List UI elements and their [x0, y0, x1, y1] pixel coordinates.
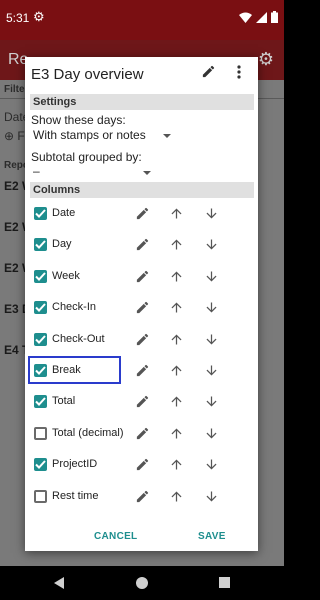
settings-notification-icon: ⚙	[33, 9, 45, 24]
move-down-icon[interactable]	[204, 457, 219, 472]
column-label: Total	[52, 395, 76, 408]
move-down-icon[interactable]	[204, 300, 219, 315]
move-down-icon[interactable]	[204, 394, 219, 409]
move-up-icon[interactable]	[169, 457, 184, 472]
day-overview-dialog: E3 Day overview Settings Show these days…	[25, 57, 258, 551]
cell-signal-icon	[256, 11, 267, 23]
move-down-icon[interactable]	[204, 332, 219, 347]
navigation-bar	[0, 566, 284, 600]
settings-icon: ⚙	[257, 49, 274, 69]
subtotal-spinner[interactable]: –	[25, 163, 155, 181]
column-checkbox[interactable]	[34, 489, 47, 503]
move-up-icon[interactable]	[169, 426, 184, 441]
status-bar: 5:31 ⚙	[0, 0, 284, 40]
column-label: Total (decimal)	[52, 426, 124, 439]
show-days-value: With stamps or notes	[33, 128, 146, 142]
subtotal-label: Subtotal grouped by:	[31, 150, 142, 164]
status-time: 5:31	[6, 11, 30, 25]
edit-title-icon[interactable]	[201, 64, 216, 79]
column-checkbox[interactable]	[34, 207, 47, 220]
edit-column-icon[interactable]	[135, 426, 150, 441]
edit-column-icon[interactable]	[135, 206, 150, 221]
column-row: ProjectID	[25, 450, 258, 481]
column-checkbox[interactable]	[34, 269, 47, 283]
edit-column-icon[interactable]	[135, 363, 150, 378]
settings-section-header: Settings	[30, 94, 254, 110]
edit-column-icon[interactable]	[135, 300, 150, 315]
move-up-icon[interactable]	[169, 206, 184, 221]
move-up-icon[interactable]	[169, 237, 184, 252]
edit-column-icon[interactable]	[135, 237, 150, 252]
filter-label: Filte	[4, 84, 25, 95]
battery-icon	[271, 11, 278, 23]
column-row: Break	[25, 356, 258, 387]
column-row: Day	[25, 230, 258, 261]
column-label: Check-In	[52, 301, 97, 314]
subtotal-value: –	[33, 164, 40, 178]
column-row: Rest time	[25, 482, 258, 513]
move-up-icon[interactable]	[169, 332, 184, 347]
wifi-icon	[239, 12, 252, 23]
column-checkbox[interactable]	[34, 458, 47, 472]
edit-column-icon[interactable]	[135, 332, 150, 347]
cancel-button[interactable]: CANCEL	[94, 531, 137, 542]
move-up-icon[interactable]	[169, 394, 184, 409]
home-icon[interactable]	[136, 577, 148, 589]
column-label: Day	[52, 238, 72, 251]
dropdown-arrow-icon	[163, 134, 171, 138]
save-button[interactable]: SAVE	[198, 531, 226, 542]
column-row: Week	[25, 262, 258, 293]
edit-column-icon[interactable]	[135, 457, 150, 472]
move-down-icon[interactable]	[204, 426, 219, 441]
move-down-icon[interactable]	[204, 363, 219, 378]
move-down-icon[interactable]	[204, 237, 219, 252]
move-up-icon[interactable]	[169, 363, 184, 378]
column-row: Check-In	[25, 293, 258, 324]
edit-column-icon[interactable]	[135, 394, 150, 409]
column-row: Total	[25, 387, 258, 418]
move-up-icon[interactable]	[169, 269, 184, 284]
move-up-icon[interactable]	[169, 300, 184, 315]
status-icons	[239, 11, 278, 23]
dialog-title: E3 Day overview	[31, 66, 144, 83]
more-options-icon[interactable]	[235, 65, 243, 79]
dropdown-arrow-icon	[143, 171, 151, 175]
column-label: Week	[52, 269, 80, 282]
show-days-spinner[interactable]: With stamps or notes	[25, 126, 185, 146]
column-row: Date	[25, 199, 258, 230]
column-checkbox[interactable]	[34, 426, 47, 440]
move-down-icon[interactable]	[204, 269, 219, 284]
move-down-icon[interactable]	[204, 489, 219, 504]
column-checkbox[interactable]	[34, 395, 47, 409]
column-checkbox[interactable]	[34, 238, 47, 252]
columns-section-header: Columns	[30, 182, 254, 198]
column-label: Break	[52, 364, 81, 376]
column-row: Check-Out	[25, 325, 258, 356]
column-label: ProjectID	[52, 458, 98, 471]
column-label: Rest time	[52, 489, 99, 502]
move-up-icon[interactable]	[169, 489, 184, 504]
column-checkbox[interactable]	[34, 364, 47, 377]
recent-apps-icon[interactable]	[219, 577, 230, 588]
column-label: Check-Out	[52, 332, 105, 345]
column-label: Date	[52, 207, 76, 219]
column-checkbox[interactable]	[34, 301, 47, 315]
filter-link: ⊕ Fi	[4, 129, 28, 143]
edit-column-icon[interactable]	[135, 269, 150, 284]
show-days-label: Show these days:	[31, 113, 126, 127]
move-down-icon[interactable]	[204, 206, 219, 221]
back-icon[interactable]	[54, 577, 64, 589]
column-checkbox[interactable]	[34, 332, 47, 346]
column-row: Total (decimal)	[25, 419, 258, 450]
edit-column-icon[interactable]	[135, 489, 150, 504]
